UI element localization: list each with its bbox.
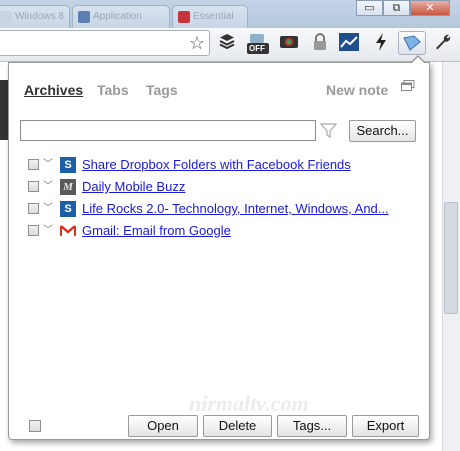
browser-tab-label: Essential (193, 11, 234, 22)
new-note-link[interactable]: New note (326, 82, 388, 98)
browser-tab[interactable]: Essential (172, 5, 248, 28)
notes-popup: Archives Tabs Tags New note Search... ﹀ … (8, 55, 430, 440)
close-window-button[interactable]: ✕ (410, 0, 450, 16)
lightning-extension-icon[interactable] (370, 33, 392, 55)
page-header-strip (0, 80, 8, 140)
chart-extension-icon[interactable] (338, 33, 360, 55)
delete-button[interactable]: Delete (203, 415, 272, 437)
bookmark-link[interactable]: Life Rocks 2.0- Technology, Internet, Wi… (82, 200, 389, 218)
bookmark-link[interactable]: Share Dropbox Folders with Facebook Frie… (82, 156, 351, 174)
browser-tab[interactable]: Windows 8 (0, 5, 70, 28)
list-item: ﹀ S Life Rocks 2.0- Technology, Internet… (28, 200, 408, 218)
maximize-button[interactable]: ⧉ (383, 0, 410, 16)
filter-icon[interactable] (319, 122, 338, 139)
chevron-down-icon[interactable]: ﹀ (43, 156, 53, 174)
wrench-icon[interactable] (432, 33, 454, 55)
item-checkbox[interactable] (28, 203, 39, 214)
layers-extension-icon[interactable] (216, 33, 238, 55)
site-m-icon: M (60, 179, 76, 195)
off-toggle-extension-icon[interactable]: OFF (245, 33, 271, 55)
tab-favicon-icon (0, 11, 12, 23)
site-s-icon: S (60, 201, 76, 217)
camera-extension-icon[interactable] (278, 33, 300, 55)
search-button[interactable]: Search... (349, 120, 416, 142)
item-checkbox[interactable] (28, 159, 39, 170)
scrollbar-thumb[interactable] (444, 202, 458, 314)
gmail-icon (60, 223, 76, 239)
chevron-down-icon[interactable]: ﹀ (43, 222, 53, 240)
select-all-checkbox[interactable] (29, 420, 41, 432)
list-item: ﹀ Gmail: Email from Google (28, 222, 408, 240)
tab-archives[interactable]: Archives (24, 82, 83, 98)
browser-toolbar: ☆ OFF (0, 28, 460, 62)
chevron-down-icon[interactable]: ﹀ (43, 200, 53, 218)
tab-tags[interactable]: Tags (146, 82, 178, 98)
browser-tabstrip: Windows 8 Application Essential ▭ ⧉ ✕ (0, 0, 460, 28)
browser-tab-label: Application (93, 11, 142, 22)
browser-tab-label: Windows 8 (15, 11, 64, 22)
lock-extension-icon[interactable] (309, 33, 331, 55)
list-item: ﹀ M Daily Mobile Buzz (28, 178, 408, 196)
bookmark-link[interactable]: Gmail: Email from Google (82, 222, 231, 240)
bookmark-star-icon[interactable]: ☆ (189, 33, 205, 53)
chevron-down-icon[interactable]: ﹀ (43, 178, 53, 196)
address-bar[interactable]: ☆ (0, 30, 210, 56)
notes-extension-icon[interactable] (398, 31, 426, 55)
tab-favicon-icon (78, 11, 90, 23)
page-scrollbar[interactable] (442, 62, 460, 451)
tab-favicon-icon (178, 11, 190, 23)
tags-button[interactable]: Tags... (277, 415, 347, 437)
open-button[interactable]: Open (128, 415, 198, 437)
export-button[interactable]: Export (352, 415, 419, 437)
item-checkbox[interactable] (28, 181, 39, 192)
list-item: ﹀ S Share Dropbox Folders with Facebook … (28, 156, 408, 174)
off-badge: OFF (249, 44, 265, 53)
browser-tab[interactable]: Application (72, 5, 170, 28)
watermark: nirmaltv.com (189, 391, 309, 416)
tab-tabs[interactable]: Tabs (97, 82, 129, 98)
search-input[interactable] (20, 120, 316, 141)
site-s-icon: S (60, 157, 76, 173)
popout-window-icon[interactable] (401, 79, 415, 91)
minimize-button[interactable]: ▭ (356, 0, 383, 16)
item-checkbox[interactable] (28, 225, 39, 236)
bookmark-link[interactable]: Daily Mobile Buzz (82, 178, 185, 196)
